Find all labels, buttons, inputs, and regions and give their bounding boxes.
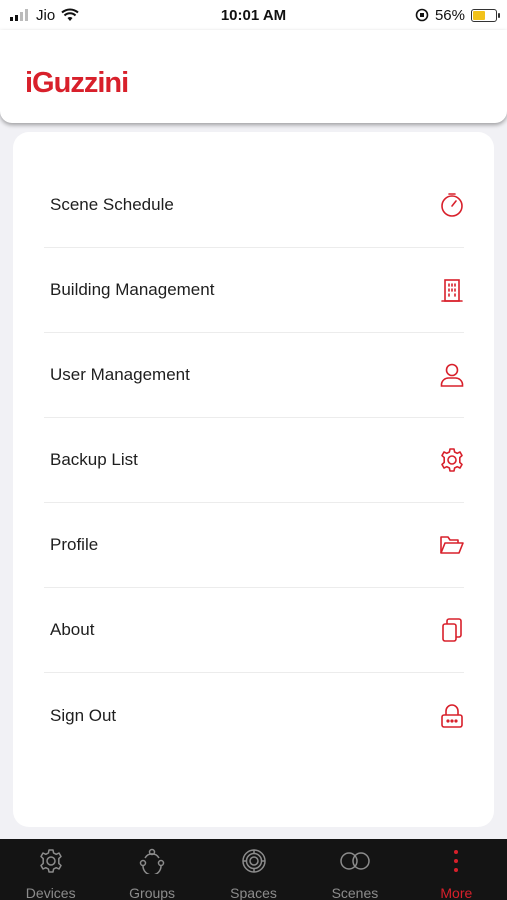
spaces-icon (241, 848, 267, 879)
orientation-lock-icon (415, 8, 429, 22)
tab-more[interactable]: More (406, 839, 507, 900)
battery-fill (473, 10, 485, 20)
user-icon (439, 362, 465, 388)
menu-item-profile[interactable]: Profile (44, 503, 464, 588)
menu-item-label: Building Management (50, 280, 215, 299)
battery-icon (471, 8, 500, 22)
status-left: Jio (10, 7, 79, 24)
tab-label: Groups (129, 885, 176, 900)
menu-item-label: Backup List (50, 450, 138, 469)
folder-open-icon (439, 532, 465, 558)
groups-icon (139, 848, 165, 879)
status-bar: Jio 10:01 AM 56% (0, 0, 507, 30)
menu-item-sign-out[interactable]: Sign Out (44, 673, 464, 758)
menu-item-label: User Management (50, 365, 190, 384)
bottom-tab-bar: Devices Groups Spaces Scenes More (0, 839, 507, 900)
brand-logo: iGuzzini (25, 67, 129, 99)
menu-item-label: About (50, 620, 95, 639)
gear-icon (38, 848, 64, 879)
carrier-name: Jio (36, 6, 56, 24)
menu-item-backup-list[interactable]: Backup List (44, 418, 464, 503)
gear-icon (439, 447, 465, 473)
building-icon (439, 277, 465, 303)
battery-percent: 56% (434, 6, 465, 24)
tab-devices[interactable]: Devices (0, 839, 101, 900)
menu-item-label: Scene Schedule (50, 195, 174, 214)
wifi-icon (61, 8, 79, 21)
timer-icon (439, 192, 465, 218)
menu-item-label: Profile (50, 535, 99, 554)
menu-card: Scene Schedule Building Management User … (13, 132, 494, 827)
tab-scenes[interactable]: Scenes (304, 839, 405, 900)
menu-item-label: Sign Out (50, 705, 117, 725)
more-vertical-icon (443, 848, 469, 879)
menu-item-building-management[interactable]: Building Management (44, 248, 464, 333)
lock-icon (439, 703, 465, 729)
app-header: iGuzzini (0, 30, 507, 123)
tab-groups[interactable]: Groups (101, 839, 202, 900)
tab-label: Devices (25, 885, 76, 900)
tab-label: Scenes (331, 885, 379, 900)
tab-spaces[interactable]: Spaces (203, 839, 304, 900)
copy-icon (439, 617, 465, 643)
menu-item-scene-schedule[interactable]: Scene Schedule (44, 163, 464, 248)
scenes-icon (338, 848, 372, 879)
menu-item-user-management[interactable]: User Management (44, 333, 464, 418)
tab-label: More (440, 885, 473, 900)
status-right: 56% (415, 6, 500, 24)
tab-label: Spaces (230, 885, 277, 900)
menu-item-about[interactable]: About (44, 588, 464, 673)
signal-icon (10, 9, 28, 21)
